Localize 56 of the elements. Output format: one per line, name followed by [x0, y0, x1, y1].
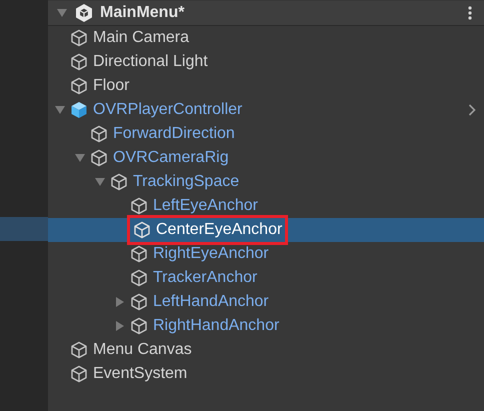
- object-name: LeftEyeAnchor: [153, 196, 258, 216]
- object-name: OVRPlayerController: [93, 100, 242, 120]
- object-name: Main Camera: [93, 28, 190, 48]
- cube-icon: [70, 29, 88, 47]
- chevron-right-icon[interactable]: [468, 104, 476, 116]
- cube-icon: [130, 269, 148, 287]
- object-name: Menu Canvas: [93, 340, 192, 360]
- object-name: TrackingSpace: [133, 172, 240, 192]
- object-name: Directional Light: [93, 52, 208, 72]
- object-name: ForwardDirection: [113, 124, 235, 144]
- expand-arrow-icon[interactable]: [114, 296, 126, 308]
- cube-icon: [130, 245, 148, 263]
- cube-icon: [130, 293, 148, 311]
- hierarchy-row[interactable]: LeftEyeAnchor: [48, 194, 484, 218]
- hierarchy-row[interactable]: Directional Light: [48, 50, 484, 74]
- object-name: Floor: [93, 76, 130, 96]
- unity-logo-icon: [74, 3, 94, 23]
- hierarchy-row[interactable]: EventSystem: [48, 362, 484, 386]
- cube-icon: [90, 125, 108, 143]
- object-name: RightHandAnchor: [153, 316, 280, 336]
- cube-icon: [130, 197, 148, 215]
- cube-icon: [70, 77, 88, 95]
- hierarchy-row[interactable]: LeftHandAnchor: [48, 290, 484, 314]
- cube-icon: [130, 317, 148, 335]
- cube-icon: [90, 149, 108, 167]
- hierarchy-row[interactable]: RightEyeAnchor: [48, 242, 484, 266]
- object-name: OVRCameraRig: [113, 148, 229, 168]
- collapse-arrow-icon[interactable]: [74, 152, 86, 164]
- cube-icon: [70, 341, 88, 359]
- more-options-icon[interactable]: [468, 6, 472, 20]
- hierarchy-row[interactable]: TrackingSpace: [48, 170, 484, 194]
- hierarchy-row[interactable]: Floor: [48, 74, 484, 98]
- collapse-arrow-icon[interactable]: [56, 7, 68, 19]
- scene-title: MainMenu*: [100, 3, 184, 23]
- object-name: RightEyeAnchor: [153, 244, 269, 264]
- collapse-arrow-icon[interactable]: [54, 104, 66, 116]
- hierarchy-row[interactable]: Menu Canvas: [48, 338, 484, 362]
- expand-arrow-icon[interactable]: [114, 320, 126, 332]
- hierarchy-row[interactable]: ForwardDirection: [48, 122, 484, 146]
- hierarchy-row[interactable]: TrackerAnchor: [48, 266, 484, 290]
- cube-icon: [133, 221, 151, 239]
- object-name: LeftHandAnchor: [153, 292, 269, 312]
- hierarchy-row[interactable]: CenterEyeAnchor: [48, 218, 484, 242]
- object-name: CenterEyeAnchor: [156, 220, 282, 240]
- hierarchy-row[interactable]: OVRPlayerController: [48, 98, 484, 122]
- object-name: TrackerAnchor: [153, 268, 258, 288]
- collapse-arrow-icon[interactable]: [94, 176, 106, 188]
- hierarchy-row[interactable]: OVRCameraRig: [48, 146, 484, 170]
- hierarchy-row[interactable]: Main Camera: [48, 26, 484, 50]
- cube-icon: [70, 365, 88, 383]
- object-name: EventSystem: [93, 364, 188, 384]
- cube-icon: [70, 101, 88, 119]
- scene-header[interactable]: MainMenu*: [48, 1, 484, 26]
- hierarchy-row[interactable]: RightHandAnchor: [48, 314, 484, 338]
- cube-icon: [110, 173, 128, 191]
- cube-icon: [70, 53, 88, 71]
